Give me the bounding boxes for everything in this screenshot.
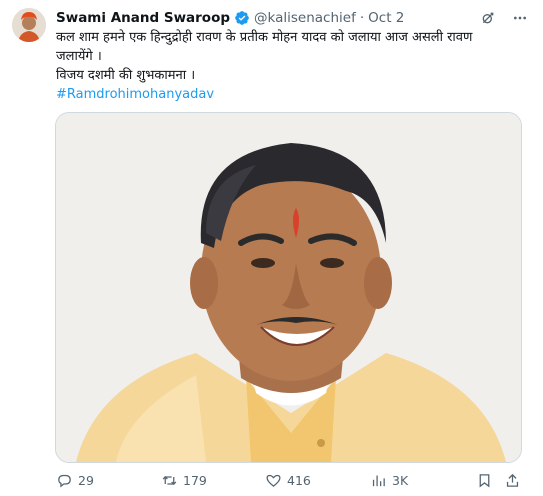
author-name[interactable]: Swami Anand Swaroop xyxy=(56,10,230,26)
retweet-count: 179 xyxy=(183,473,207,488)
grok-icon[interactable] xyxy=(479,9,497,27)
hashtag-link[interactable]: #Ramdrohimohanyadav xyxy=(56,85,516,104)
tweet-text-line: विजय दशमी की शुभकामना । xyxy=(56,68,196,83)
views-button[interactable]: 3K xyxy=(370,472,408,489)
reply-count: 29 xyxy=(78,473,94,488)
heart-icon xyxy=(266,474,281,487)
reply-icon xyxy=(58,474,71,488)
tweet-date[interactable]: Oct 2 xyxy=(368,10,404,26)
tweet-text: कल शाम हमने एक हिन्दुद्रोही रावण के प्रत… xyxy=(56,28,516,104)
retweet-icon xyxy=(162,476,177,485)
more-icon[interactable] xyxy=(511,9,529,27)
tweet-text-line: जलायेंगे । xyxy=(56,49,102,64)
verified-badge-icon xyxy=(234,10,250,26)
tweet-photo[interactable] xyxy=(55,112,522,463)
tweet-text-line: कल शाम हमने एक हिन्दुद्रोही रावण के प्रत… xyxy=(56,30,473,45)
bookmark-icon xyxy=(479,474,490,488)
views-chart-icon xyxy=(372,475,385,487)
header-actions xyxy=(479,9,529,27)
share-button[interactable] xyxy=(504,472,526,489)
reply-button[interactable]: 29 xyxy=(56,472,94,489)
tweet[interactable]: Swami Anand Swaroop @kalisenachief · Oct… xyxy=(0,0,543,496)
retweet-button[interactable]: 179 xyxy=(161,472,207,489)
tweet-header: Swami Anand Swaroop @kalisenachief · Oct… xyxy=(56,8,404,28)
bookmark-button[interactable] xyxy=(476,472,498,489)
avatar[interactable] xyxy=(12,8,46,42)
tweet-actions: 29 179 416 3K xyxy=(56,472,521,492)
view-count: 3K xyxy=(392,473,409,488)
like-button[interactable]: 416 xyxy=(265,472,311,489)
separator-dot: · xyxy=(359,10,365,26)
share-icon xyxy=(506,473,519,487)
author-handle[interactable]: @kalisenachief xyxy=(254,10,356,26)
like-count: 416 xyxy=(287,473,311,488)
